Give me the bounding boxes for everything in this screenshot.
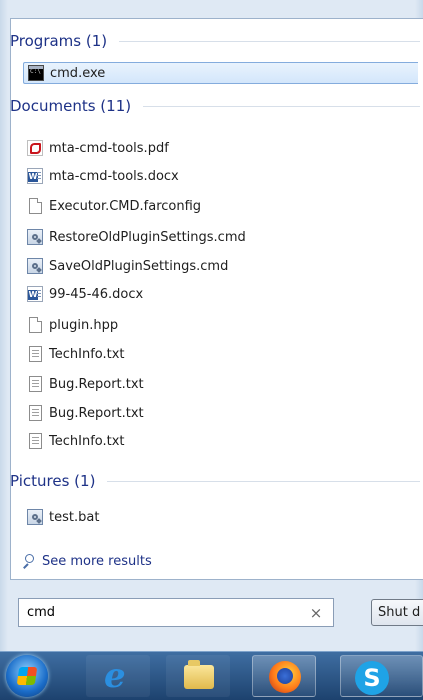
result-item-label: mta-cmd-tools.docx xyxy=(49,168,179,184)
start-orb[interactable] xyxy=(6,655,48,697)
result-item-label: Bug.Report.txt xyxy=(49,405,144,421)
batch-file-icon xyxy=(27,229,43,245)
result-item[interactable]: Executor.CMD.farconfig xyxy=(23,195,418,217)
result-item-cmd-exe[interactable]: cmd.exe xyxy=(23,62,418,84)
result-item-label: TechInfo.txt xyxy=(49,433,125,449)
result-item-label: RestoreOldPluginSettings.cmd xyxy=(49,229,246,245)
taskbar: e S xyxy=(0,651,423,700)
group-header-label: Pictures (1) xyxy=(10,472,96,490)
word-doc-icon xyxy=(27,286,43,302)
group-divider xyxy=(119,40,420,42)
result-item-label: mta-cmd-tools.pdf xyxy=(49,140,169,156)
result-item-label: Executor.CMD.farconfig xyxy=(49,198,202,214)
result-item[interactable]: TechInfo.txt xyxy=(23,430,418,452)
result-item[interactable]: mta-cmd-tools.docx xyxy=(23,165,418,187)
result-item[interactable]: TechInfo.txt xyxy=(23,343,418,365)
blank-file-icon xyxy=(29,198,42,214)
shut-down-button[interactable]: Shut d xyxy=(371,599,423,626)
result-item[interactable]: test.bat xyxy=(23,506,418,528)
result-item-label: SaveOldPluginSettings.cmd xyxy=(49,258,229,274)
group-header-pictures: Pictures (1) xyxy=(10,470,420,492)
search-box: × xyxy=(18,598,334,627)
cmd-icon xyxy=(28,65,44,81)
group-header-label: Documents (11) xyxy=(10,97,132,115)
result-item-label: Bug.Report.txt xyxy=(49,376,144,392)
taskbar-button-skype[interactable]: S xyxy=(340,655,423,697)
result-item[interactable]: SaveOldPluginSettings.cmd xyxy=(23,255,418,277)
skype-icon: S xyxy=(355,661,389,695)
result-item-label: 99-45-46.docx xyxy=(49,286,144,302)
clear-search-icon[interactable]: × xyxy=(307,604,325,622)
result-item[interactable]: Bug.Report.txt xyxy=(23,373,418,395)
internet-explorer-icon: e xyxy=(104,656,126,696)
result-item[interactable]: plugin.hpp xyxy=(23,314,418,336)
result-item-label: plugin.hpp xyxy=(49,317,119,333)
group-header-label: Programs (1) xyxy=(10,32,108,50)
pdf-icon xyxy=(27,140,43,156)
group-divider xyxy=(107,480,420,482)
blank-file-icon xyxy=(29,317,42,333)
result-item-label: test.bat xyxy=(49,509,100,525)
result-item[interactable]: RestoreOldPluginSettings.cmd xyxy=(23,226,418,248)
see-more-label: See more results xyxy=(42,553,152,569)
firefox-icon xyxy=(269,661,301,693)
search-icon xyxy=(22,554,36,568)
taskbar-button-file-explorer[interactable] xyxy=(166,655,230,697)
group-header-programs: Programs (1) xyxy=(10,30,420,52)
group-header-documents: Documents (11) xyxy=(10,95,420,117)
result-item[interactable]: mta-cmd-tools.pdf xyxy=(23,137,418,159)
batch-file-icon xyxy=(27,258,43,274)
result-item[interactable]: 99-45-46.docx xyxy=(23,283,418,305)
batch-file-icon xyxy=(27,509,43,525)
text-file-icon xyxy=(29,376,42,392)
file-explorer-icon xyxy=(184,660,214,689)
text-file-icon xyxy=(29,346,42,362)
taskbar-button-internet-explorer[interactable]: e xyxy=(86,655,150,697)
result-item[interactable]: Bug.Report.txt xyxy=(23,402,418,424)
text-file-icon xyxy=(29,433,42,449)
search-input[interactable] xyxy=(19,599,307,626)
result-item-label: TechInfo.txt xyxy=(49,346,125,362)
text-file-icon xyxy=(29,405,42,421)
word-doc-icon xyxy=(27,168,43,184)
taskbar-button-firefox[interactable] xyxy=(252,655,316,697)
see-more-results-link[interactable]: See more results xyxy=(22,552,152,570)
group-divider xyxy=(143,105,420,107)
result-item-label: cmd.exe xyxy=(50,65,106,81)
start-menu-frame: Programs (1) cmd.exe Documents (11) mta-… xyxy=(0,0,423,651)
